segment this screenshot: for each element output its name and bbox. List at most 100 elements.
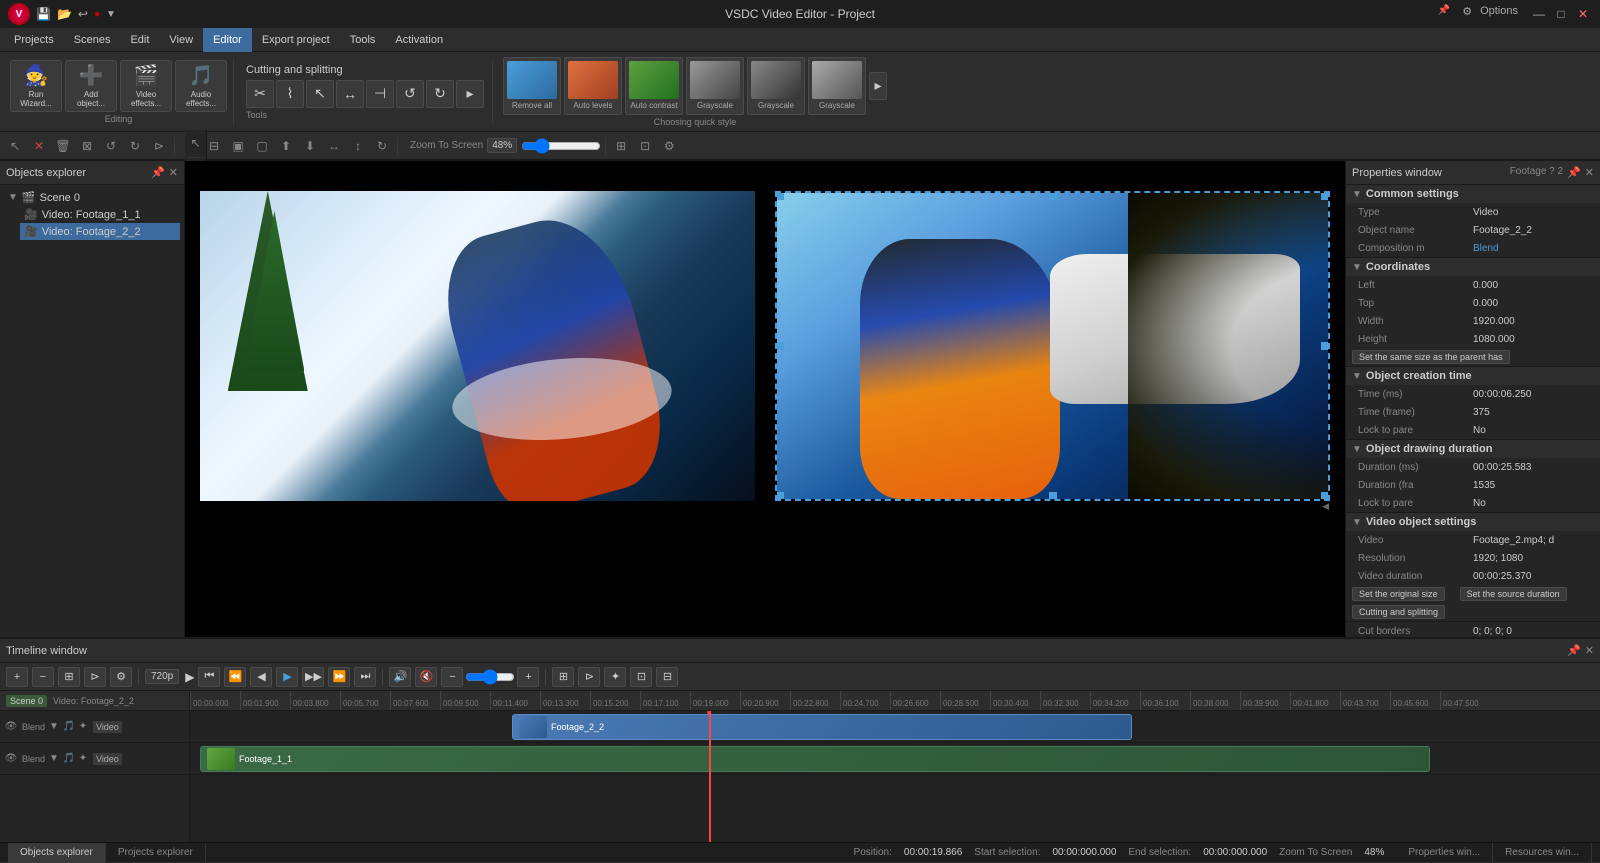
grayscale2-button[interactable]: Grayscale — [747, 57, 805, 115]
drawing-duration-header[interactable]: ▼ Object drawing duration — [1346, 440, 1600, 458]
track2-blend[interactable]: Blend — [22, 754, 45, 764]
group-btn[interactable]: ▣ — [227, 135, 249, 157]
tl-end[interactable]: ⏭ — [354, 667, 376, 687]
auto-contrast-button[interactable]: Auto contrast — [625, 57, 683, 115]
tree-scene0[interactable]: ▼ 🎬 Scene 0 — [4, 189, 180, 206]
grid-btn[interactable]: ⊞ — [610, 135, 632, 157]
minimize-button[interactable]: — — [1530, 5, 1548, 23]
record-icon[interactable]: ● — [94, 9, 100, 20]
grayscale1-button[interactable]: Grayscale — [686, 57, 744, 115]
top-value[interactable]: 0.000 — [1473, 298, 1594, 309]
clip-footage2[interactable]: Footage_2_2 — [512, 714, 1132, 740]
close-button[interactable]: ✕ — [1574, 5, 1592, 23]
handle-tm[interactable] — [1049, 192, 1057, 200]
tl-volume-slider[interactable] — [465, 669, 515, 685]
handle-bl[interactable] — [776, 492, 784, 500]
quality-badge[interactable]: 720p — [145, 669, 179, 684]
creation-time-header[interactable]: ▼ Object creation time — [1346, 367, 1600, 385]
pin-icon[interactable]: 📌 — [1438, 5, 1450, 23]
statusbar-tab-objects[interactable]: Objects explorer — [8, 843, 106, 863]
prop-close-icon[interactable]: ✕ — [1585, 166, 1594, 179]
menu-projects[interactable]: Projects — [4, 28, 64, 52]
tl-markers2[interactable]: ⊳ — [578, 667, 600, 687]
undo-tool-icon[interactable]: ↺ — [396, 80, 424, 108]
crop-btn[interactable]: ⊠ — [76, 135, 98, 157]
handle-tl[interactable] — [776, 192, 784, 200]
split-icon[interactable]: ⌇ — [276, 80, 304, 108]
settings-icon[interactable]: ⚙ — [1462, 5, 1472, 23]
close-panel-icon[interactable]: ✕ — [169, 166, 178, 179]
forward-btn[interactable]: ⊳ — [148, 135, 170, 157]
tl-stop[interactable]: ⏮ — [198, 667, 220, 687]
titlebar-controls[interactable]: 📌 ⚙ Options — □ ✕ — [1438, 5, 1592, 23]
lock-pare1-value[interactable]: No — [1473, 425, 1594, 436]
lock-pare2-value[interactable]: No — [1473, 498, 1594, 509]
track2-expand[interactable]: ▼ — [49, 753, 59, 764]
tl-remove-track[interactable]: − — [32, 667, 54, 687]
flip-v-btn[interactable]: ↕ — [347, 135, 369, 157]
redo-btn[interactable]: ↻ — [124, 135, 146, 157]
pin-panel-icon[interactable]: 📌 — [151, 166, 165, 179]
handle-br[interactable] — [1321, 492, 1329, 500]
maximize-button[interactable]: □ — [1552, 5, 1570, 23]
undo-btn[interactable]: ↺ — [100, 135, 122, 157]
tl-more2[interactable]: ⊟ — [656, 667, 678, 687]
track1-eye[interactable]: 👁 — [4, 720, 18, 734]
move-icon[interactable]: ↔ — [336, 80, 364, 108]
comp-value[interactable]: Blend — [1473, 243, 1594, 254]
grayscale3-button[interactable]: Grayscale — [808, 57, 866, 115]
tl-prev-frame[interactable]: ⏪ — [224, 667, 246, 687]
tl-snap[interactable]: ⊞ — [552, 667, 574, 687]
coordinates-header[interactable]: ▼ Coordinates — [1346, 258, 1600, 276]
remove-all-button[interactable]: Remove all — [503, 57, 561, 115]
track2-eye[interactable]: 👁 — [4, 752, 18, 766]
video-settings-header[interactable]: ▼ Video object settings — [1346, 513, 1600, 531]
tl-marker[interactable]: ⊳ — [84, 667, 106, 687]
zoom-value[interactable]: 48% — [487, 138, 517, 153]
select-tool-btn[interactable]: ↖ — [4, 135, 26, 157]
send-back-btn[interactable]: ⬇ — [299, 135, 321, 157]
handle-tr[interactable] — [1321, 192, 1329, 200]
tl-prev[interactable]: ◀ — [250, 667, 272, 687]
tl-play[interactable]: ▶ — [276, 667, 298, 687]
dur-frame-value[interactable]: 1535 — [1473, 480, 1594, 491]
add-object-button[interactable]: ➕ Addobject... — [65, 60, 117, 112]
tl-next-frame[interactable]: ⏩ — [328, 667, 350, 687]
trim-icon[interactable]: ⊣ — [366, 80, 394, 108]
tree-footage2[interactable]: 🎥 Video: Footage_2_2 — [20, 223, 180, 240]
run-wizard-button[interactable]: 🧙 RunWizard... — [10, 60, 62, 112]
audio-effects-button[interactable]: 🎵 Audioeffects... — [175, 60, 227, 112]
source-duration-button[interactable]: Set the source duration — [1460, 587, 1567, 601]
cut-icon[interactable]: ✂ — [246, 80, 274, 108]
tl-mute[interactable]: 🔇 — [415, 667, 437, 687]
handle-mr[interactable] — [1321, 342, 1329, 350]
menu-export[interactable]: Export project — [252, 28, 340, 52]
select-icon[interactable]: ↖ — [306, 80, 334, 108]
common-settings-header[interactable]: ▼ Common settings — [1346, 185, 1600, 203]
open-icon[interactable]: 📂 — [57, 7, 72, 21]
auto-levels-button[interactable]: Auto levels — [564, 57, 622, 115]
dropdown-icon[interactable]: ▼ — [106, 9, 116, 20]
rotate-btn[interactable]: ↻ — [371, 135, 393, 157]
more-icon[interactable]: ▸ — [456, 80, 484, 108]
menu-tools[interactable]: Tools — [340, 28, 386, 52]
flip-h-btn[interactable]: ↔ — [323, 135, 345, 157]
statusbar-props-tab[interactable]: Properties win... — [1396, 843, 1493, 863]
options-label[interactable]: Options — [1480, 5, 1518, 23]
menu-edit[interactable]: Edit — [120, 28, 159, 52]
undo-icon[interactable]: ↩ — [78, 7, 88, 21]
time-frame-value[interactable]: 375 — [1473, 407, 1594, 418]
tl-pin-icon[interactable]: 📌 — [1567, 644, 1581, 657]
track1-blend[interactable]: Blend — [22, 722, 45, 732]
video-effects-button[interactable]: 🎬 Videoeffects... — [120, 60, 172, 112]
tree-footage1[interactable]: 🎥 Video: Footage_1_1 — [20, 206, 180, 223]
ungroup-btn[interactable]: ▢ — [251, 135, 273, 157]
menu-editor[interactable]: Editor — [203, 28, 252, 52]
redo-tool-icon[interactable]: ↻ — [426, 80, 454, 108]
clip-footage1[interactable]: Footage_1_1 — [200, 746, 1430, 772]
left-value[interactable]: 0.000 — [1473, 280, 1594, 291]
settings-btn2[interactable]: ⚙ — [658, 135, 680, 157]
play-indicator-icon[interactable]: ▶ — [185, 670, 194, 684]
track1-expand[interactable]: ▼ — [49, 721, 59, 732]
tl-fx[interactable]: ✦ — [604, 667, 626, 687]
